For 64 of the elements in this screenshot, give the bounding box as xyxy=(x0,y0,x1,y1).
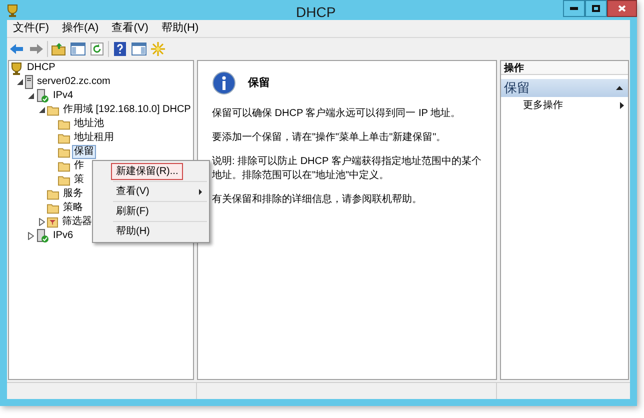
tree-item[interactable]: 作 xyxy=(72,159,86,173)
tree-item[interactable]: server02.zc.com xyxy=(35,75,112,89)
expanded-arrow-icon[interactable] xyxy=(28,93,34,99)
folder-icon xyxy=(58,146,70,158)
tree-item[interactable]: 作用域 [192.168.10.0] DHCP xyxy=(61,103,193,117)
tree-item[interactable]: 服务 xyxy=(61,187,85,201)
actions-header: 操作 xyxy=(501,61,628,75)
description-text: 保留可以确保 DHCP 客户端永远可以得到同一 IP 地址。 xyxy=(212,107,462,121)
server-check-icon xyxy=(36,89,49,103)
tree-item[interactable]: DHCP xyxy=(25,61,58,75)
pane-icon[interactable] xyxy=(70,40,86,56)
collapse-arrow-icon xyxy=(616,86,623,90)
expanded-arrow-icon[interactable] xyxy=(38,107,44,113)
tree-item[interactable]: 策略 xyxy=(61,201,85,215)
close-button[interactable] xyxy=(607,0,637,17)
filter-icon xyxy=(47,216,58,228)
server-icon xyxy=(25,75,33,89)
collapsed-arrow-icon[interactable] xyxy=(28,232,34,240)
context-menu-item[interactable]: 帮助(H) xyxy=(111,223,207,240)
refresh-icon[interactable] xyxy=(89,40,105,56)
window-title: DHCP xyxy=(296,3,336,22)
section-header[interactable]: 保留 xyxy=(501,79,628,97)
tree-item[interactable]: 地址租用 xyxy=(72,131,116,145)
trophy-icon xyxy=(10,62,23,74)
tree-item[interactable]: IPv4 xyxy=(51,89,76,103)
folder-icon xyxy=(58,118,70,130)
expanded-arrow-icon[interactable] xyxy=(16,79,22,85)
context-menu-item[interactable]: 查看(V) xyxy=(111,183,207,200)
description-text: 有关保留和排除的详细信息，请参阅联机帮助。 xyxy=(212,193,423,207)
tree-item[interactable]: 保留 xyxy=(72,145,96,159)
menu-item[interactable]: 查看(V) xyxy=(106,20,154,37)
content-title: 保留 xyxy=(248,76,270,91)
pane-icon[interactable] xyxy=(131,40,147,56)
folder-icon xyxy=(47,202,59,214)
context-menu-item[interactable]: 刷新(F) xyxy=(111,203,207,220)
trophy-icon xyxy=(6,4,19,16)
folder-icon xyxy=(58,160,70,172)
info-icon xyxy=(212,71,236,95)
maximize-button[interactable] xyxy=(585,0,607,17)
folder-icon xyxy=(58,132,70,144)
close-icon xyxy=(618,5,626,12)
tree-item[interactable]: 策 xyxy=(72,173,86,187)
folder-up-icon[interactable] xyxy=(51,40,67,56)
menu-item[interactable]: 帮助(H) xyxy=(155,20,205,37)
server-check-icon xyxy=(36,229,49,243)
minimize-button[interactable] xyxy=(563,0,585,17)
description-text: 要添加一个保留，请在"操作"菜单上单击"新建保留"。 xyxy=(212,131,448,145)
menu-item[interactable]: 文件(F) xyxy=(7,20,56,37)
help-icon[interactable] xyxy=(112,40,128,56)
folder-icon xyxy=(58,174,70,186)
menu-item[interactable]: 操作(A) xyxy=(56,20,105,37)
folder-icon xyxy=(47,104,59,116)
tree-item[interactable]: IPv6 xyxy=(51,229,76,243)
action-item[interactable]: 更多操作 xyxy=(501,97,628,113)
minimize-icon xyxy=(570,7,578,10)
context-menu-item[interactable]: 新建保留(R)... xyxy=(111,163,184,180)
submenu-arrow-icon xyxy=(199,188,202,194)
maximize-icon xyxy=(592,5,600,12)
tree-item[interactable]: 地址池 xyxy=(72,117,106,131)
description-text: 说明: 排除可以防止 DHCP 客户端获得指定地址范围中的某个地址。排除范围可以在"地址池"中定义。 xyxy=(212,155,482,183)
tree-item[interactable]: 筛选器 xyxy=(60,215,94,229)
submenu-arrow-icon xyxy=(620,102,624,108)
collapsed-arrow-icon[interactable] xyxy=(38,218,44,226)
folder-icon xyxy=(47,188,59,200)
